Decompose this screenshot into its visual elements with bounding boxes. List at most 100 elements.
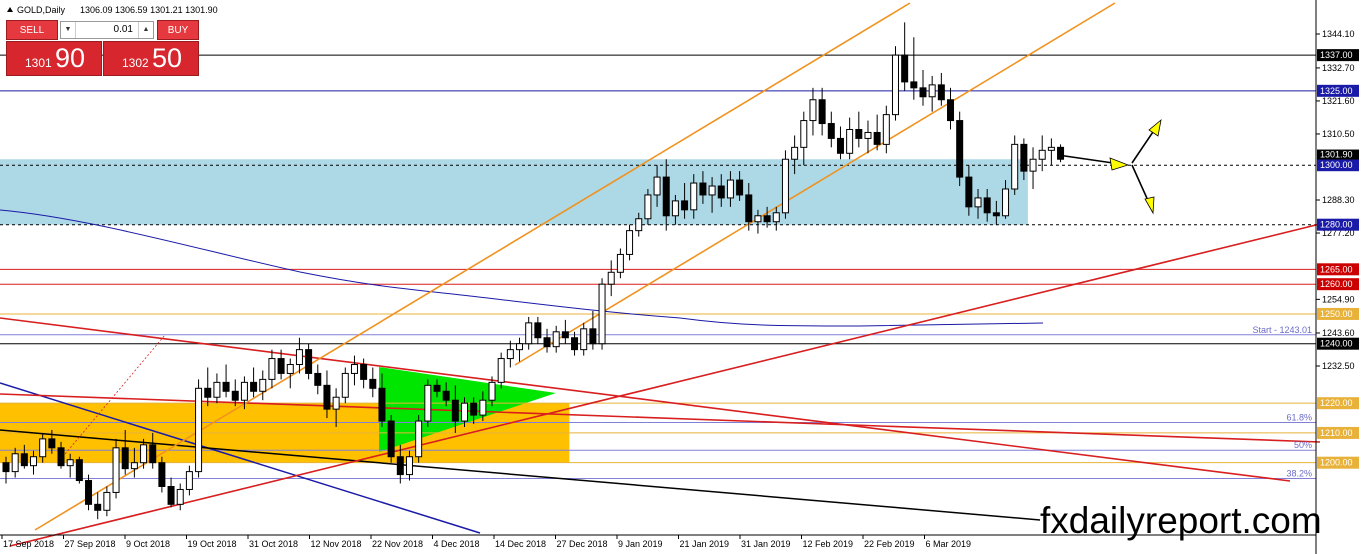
candle-body [736,179,744,196]
candle-110 [1011,135,1019,195]
level-label: 1337.00 [1320,50,1353,60]
candle-body [1038,149,1046,160]
x-tick-label: 12 Feb 2019 [803,539,854,549]
candle-body [561,331,569,339]
candle-body [525,322,533,345]
candle-body [671,200,679,217]
candle-body [2,462,10,473]
candle-body [635,218,643,232]
candle-body [589,328,597,345]
lot-decrease-icon[interactable]: ▼ [61,22,76,38]
buy-price-small: 1302 [122,56,149,70]
candle-115 [1057,144,1065,163]
candle-body [250,381,258,392]
lot-increase-icon[interactable]: ▲ [138,22,153,38]
y-tick-label: 1254.90 [1322,294,1355,304]
candle-body [873,131,881,145]
candle-body [1047,146,1055,151]
buy-button[interactable]: BUY [157,20,199,40]
candle-12 [112,438,120,499]
level-label: 1200.00 [1320,458,1353,468]
candle-body [213,381,221,398]
lot-size-field[interactable]: ▼ 0.01 ▲ [60,21,154,39]
candle-body [433,384,441,392]
candle-body [571,337,579,351]
candle-body [231,390,239,401]
candle-8 [75,456,83,484]
candle-body [387,420,395,458]
candle-body [965,176,973,208]
candle-body [662,176,670,217]
candle-body [690,182,698,211]
candle-body [497,358,505,383]
candle-body [626,230,634,255]
buy-price-button[interactable]: 1302 50 [103,41,199,76]
candle-body [772,212,780,223]
sell-button[interactable]: SELL [6,20,58,40]
chart-header: GOLD,Daily 1306.09 1306.59 1301.21 1301.… [7,5,218,15]
x-tick-label: 31 Jan 2019 [741,539,791,549]
candle-body [910,81,918,89]
candle-body [1029,158,1037,172]
y-tick-label: 1344.10 [1322,29,1355,39]
candle-body [39,438,47,458]
candle-body [415,420,423,458]
candle-body [332,396,340,410]
candle-body [295,349,303,366]
candle-body [699,182,707,196]
sell-price-button[interactable]: 1301 90 [6,41,102,76]
y-tick-label: 1332.70 [1322,63,1355,73]
x-tick-label: 9 Oct 2018 [126,539,170,549]
level-label: 1325.00 [1320,86,1353,96]
x-tick-label: 12 Nov 2018 [311,539,362,549]
price-chart[interactable]: 1344.101332.701321.601310.501288.301277.… [0,0,1362,554]
fib-label: 50% [1294,440,1312,450]
fib-label: 38.2% [1286,468,1312,478]
candle-body [167,485,175,505]
candle-body [75,459,83,482]
candle-body [681,200,689,211]
candle-body [378,387,386,422]
level-label: 1250.00 [1320,309,1353,319]
candle-body [580,328,588,351]
candle-body [717,185,725,199]
candle-body [369,378,377,389]
candle-body [607,271,615,285]
candle-104 [956,111,964,187]
current-price-label: 1301.90 [1320,150,1353,160]
candle-body [185,471,193,490]
level-label: 1220.00 [1320,398,1353,408]
candle-body [543,337,551,348]
candle-body [488,381,496,401]
x-tick-label: 19 Oct 2018 [188,539,237,549]
candle-body [506,349,514,360]
candle-body [781,158,789,214]
candle-body [277,358,285,374]
candle-body [66,459,74,467]
candle-body [149,444,157,464]
candle-body [1020,143,1028,172]
y-tick-label: 1310.50 [1322,129,1355,139]
candle-body [516,343,524,351]
candle-body [20,453,28,467]
candle-body [827,123,835,139]
candle-97 [891,46,899,121]
candle-body [204,387,212,398]
level-label: 1280.00 [1320,220,1353,230]
watermark: fxdailyreport.com [1040,500,1322,541]
candle-body [130,462,138,470]
candle-body [451,399,459,422]
candle-body [405,456,413,476]
lot-size-value[interactable]: 0.01 [114,22,133,38]
candle-body [754,215,762,223]
level-label: 1265.00 [1320,264,1353,274]
candle-body [855,128,863,139]
candle-body [479,399,487,416]
candle-body [919,87,927,98]
candle-body [176,488,184,505]
level-label: 1300.00 [1320,160,1353,170]
candle-body [314,372,322,386]
candle-body [836,137,844,154]
candle-body [1057,146,1065,160]
candle-body [901,54,909,83]
